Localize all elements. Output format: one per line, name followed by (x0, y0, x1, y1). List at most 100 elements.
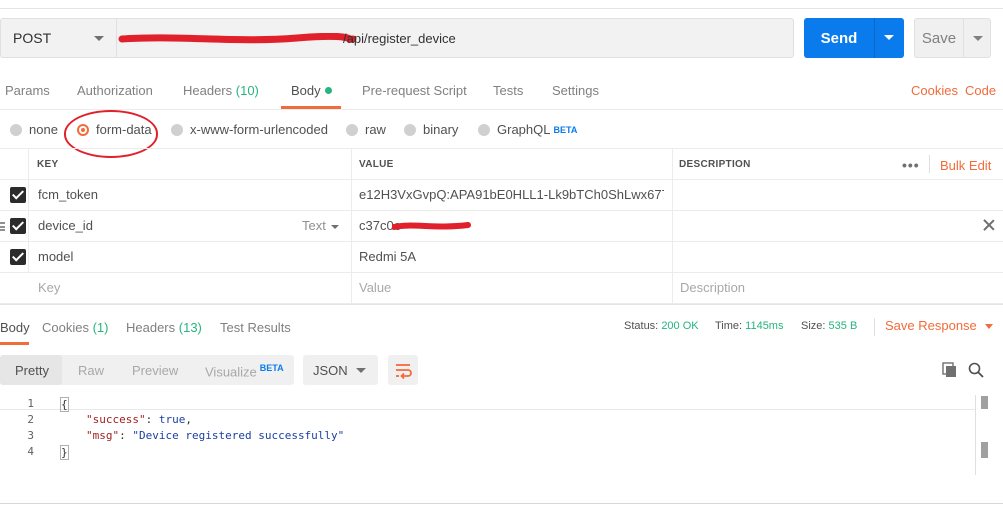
close-icon[interactable] (983, 219, 995, 231)
time-label: Time: (715, 320, 743, 332)
view-pretty[interactable]: Pretty (15, 363, 49, 378)
chevron-down-icon (356, 368, 366, 373)
response-tab-test-results[interactable]: Test Results (220, 320, 291, 335)
table-row-new: Key Value Description (0, 273, 1003, 304)
size-label: Size: (801, 320, 826, 332)
table-header-row: KEY VALUE DESCRIPTION ••• Bulk Edit (0, 148, 1003, 180)
json-key: "success" (86, 413, 146, 426)
editor-scrollbar[interactable] (975, 395, 989, 475)
view-visualize[interactable]: Visualize BETA (205, 363, 284, 379)
url-input[interactable]: /api/register_device (116, 18, 794, 58)
response-body-editor[interactable]: 1 { 2 "success": true, 3 "msg": "Device … (0, 395, 1003, 495)
radio-dot-icon (404, 123, 416, 136)
status-readout: Status: 200 OK (624, 320, 699, 332)
radio-dot-icon (10, 123, 22, 136)
drag-handle-icon[interactable] (0, 222, 5, 231)
radio-dot-icon (346, 123, 358, 136)
more-options-icon[interactable]: ••• (902, 157, 920, 173)
tab-headers-label: Headers (183, 83, 233, 98)
bulk-edit-link[interactable]: Bulk Edit (940, 158, 991, 173)
bottom-divider (0, 503, 1003, 504)
new-description-input[interactable]: Description (680, 280, 745, 295)
radio-none[interactable]: none (10, 122, 58, 137)
status-label: Status: (624, 320, 659, 332)
redaction-scribble (392, 222, 471, 230)
chevron-down-icon[interactable] (973, 36, 983, 41)
tab-params[interactable]: Params (5, 83, 50, 98)
send-button-group[interactable]: Send (804, 18, 904, 58)
column-header-description: DESCRIPTION (679, 159, 751, 170)
row-value[interactable]: e12H3VxGvpQ:APA91bE0HLL1-Lk9bTCh0ShLwx67… (359, 187, 664, 202)
response-tab-cookies-count: (1) (92, 320, 109, 335)
response-tab-cookies[interactable]: Cookies (1) (42, 320, 108, 335)
cookies-link[interactable]: Cookies (911, 83, 958, 98)
row-key[interactable]: model (38, 249, 338, 264)
row-key[interactable]: device_id (38, 218, 288, 233)
row-value[interactable]: Redmi 5A (359, 249, 664, 264)
request-tabs: Params Authorization Headers (10) Body P… (0, 78, 1003, 110)
code-line: } (60, 445, 69, 460)
status-divider (874, 318, 875, 336)
radio-dot-icon (478, 123, 490, 136)
tab-body[interactable]: Body (291, 83, 332, 98)
radio-urlencoded[interactable]: x-www-form-urlencoded (171, 122, 328, 137)
row-checkbox[interactable] (10, 249, 26, 265)
view-mode-segmented: Pretty Raw Preview Visualize BETA (0, 355, 294, 385)
row-checkbox[interactable] (10, 187, 26, 203)
tab-body-label: Body (291, 83, 321, 98)
column-divider (351, 211, 352, 241)
method-select[interactable]: POST (0, 18, 116, 58)
column-divider (672, 211, 673, 241)
tab-prerequest-script[interactable]: Pre-request Script (362, 83, 467, 98)
column-header-key: KEY (37, 159, 59, 170)
response-tabs: Body Cookies (1) Headers (13) Test Resul… (0, 304, 1003, 345)
code-line: "msg": "Device registered successfully" (86, 429, 344, 442)
response-tab-headers-count: (13) (178, 320, 202, 335)
tab-settings[interactable]: Settings (552, 83, 599, 98)
view-preview[interactable]: Preview (132, 363, 178, 378)
code-link[interactable]: Code (965, 83, 996, 98)
key-type-select[interactable]: Text (302, 218, 339, 233)
radio-raw[interactable]: raw (346, 122, 386, 137)
scrollbar-thumb[interactable] (981, 442, 988, 458)
header-divider (929, 155, 930, 173)
json-separator: : (145, 413, 159, 426)
search-icon[interactable] (968, 362, 984, 378)
row-key[interactable]: fcm_token (38, 187, 338, 202)
new-key-input[interactable]: Key (38, 280, 60, 295)
radio-binary[interactable]: binary (404, 122, 458, 137)
json-key: "msg" (86, 429, 120, 442)
save-button[interactable]: Save (915, 19, 963, 57)
beta-badge: BETA (259, 363, 284, 373)
code-line: { (60, 397, 69, 412)
radio-graphql[interactable]: GraphQL BETA (478, 122, 577, 137)
tab-headers[interactable]: Headers (10) (183, 83, 259, 98)
view-raw[interactable]: Raw (78, 363, 104, 378)
tab-headers-count: (10) (235, 83, 259, 98)
save-button-group[interactable]: Save (914, 18, 991, 58)
radio-binary-label: binary (423, 122, 459, 137)
response-tab-headers[interactable]: Headers (13) (126, 320, 202, 335)
line-number: 1 (27, 397, 34, 410)
save-response-button[interactable]: Save Response (885, 318, 993, 333)
column-divider (351, 180, 352, 210)
table-row: device_id Text c37c0e (0, 211, 1003, 242)
scrollbar-thumb[interactable] (981, 396, 988, 409)
response-tab-cookies-label: Cookies (42, 320, 89, 335)
format-select[interactable]: JSON (303, 355, 378, 385)
top-divider (0, 8, 1003, 9)
tab-tests[interactable]: Tests (493, 83, 523, 98)
column-divider (351, 149, 352, 179)
column-divider (28, 242, 29, 272)
row-checkbox[interactable] (10, 218, 26, 234)
tab-authorization[interactable]: Authorization (77, 83, 153, 98)
response-tab-headers-label: Headers (126, 320, 176, 335)
chevron-down-icon (94, 36, 104, 41)
copy-icon[interactable] (942, 362, 958, 378)
wrap-lines-button[interactable] (388, 355, 418, 385)
response-tab-body[interactable]: Body (0, 320, 30, 335)
column-divider (28, 211, 29, 241)
json-end: , (185, 413, 192, 426)
send-button[interactable]: Send (804, 18, 874, 58)
new-value-input[interactable]: Value (359, 280, 391, 295)
